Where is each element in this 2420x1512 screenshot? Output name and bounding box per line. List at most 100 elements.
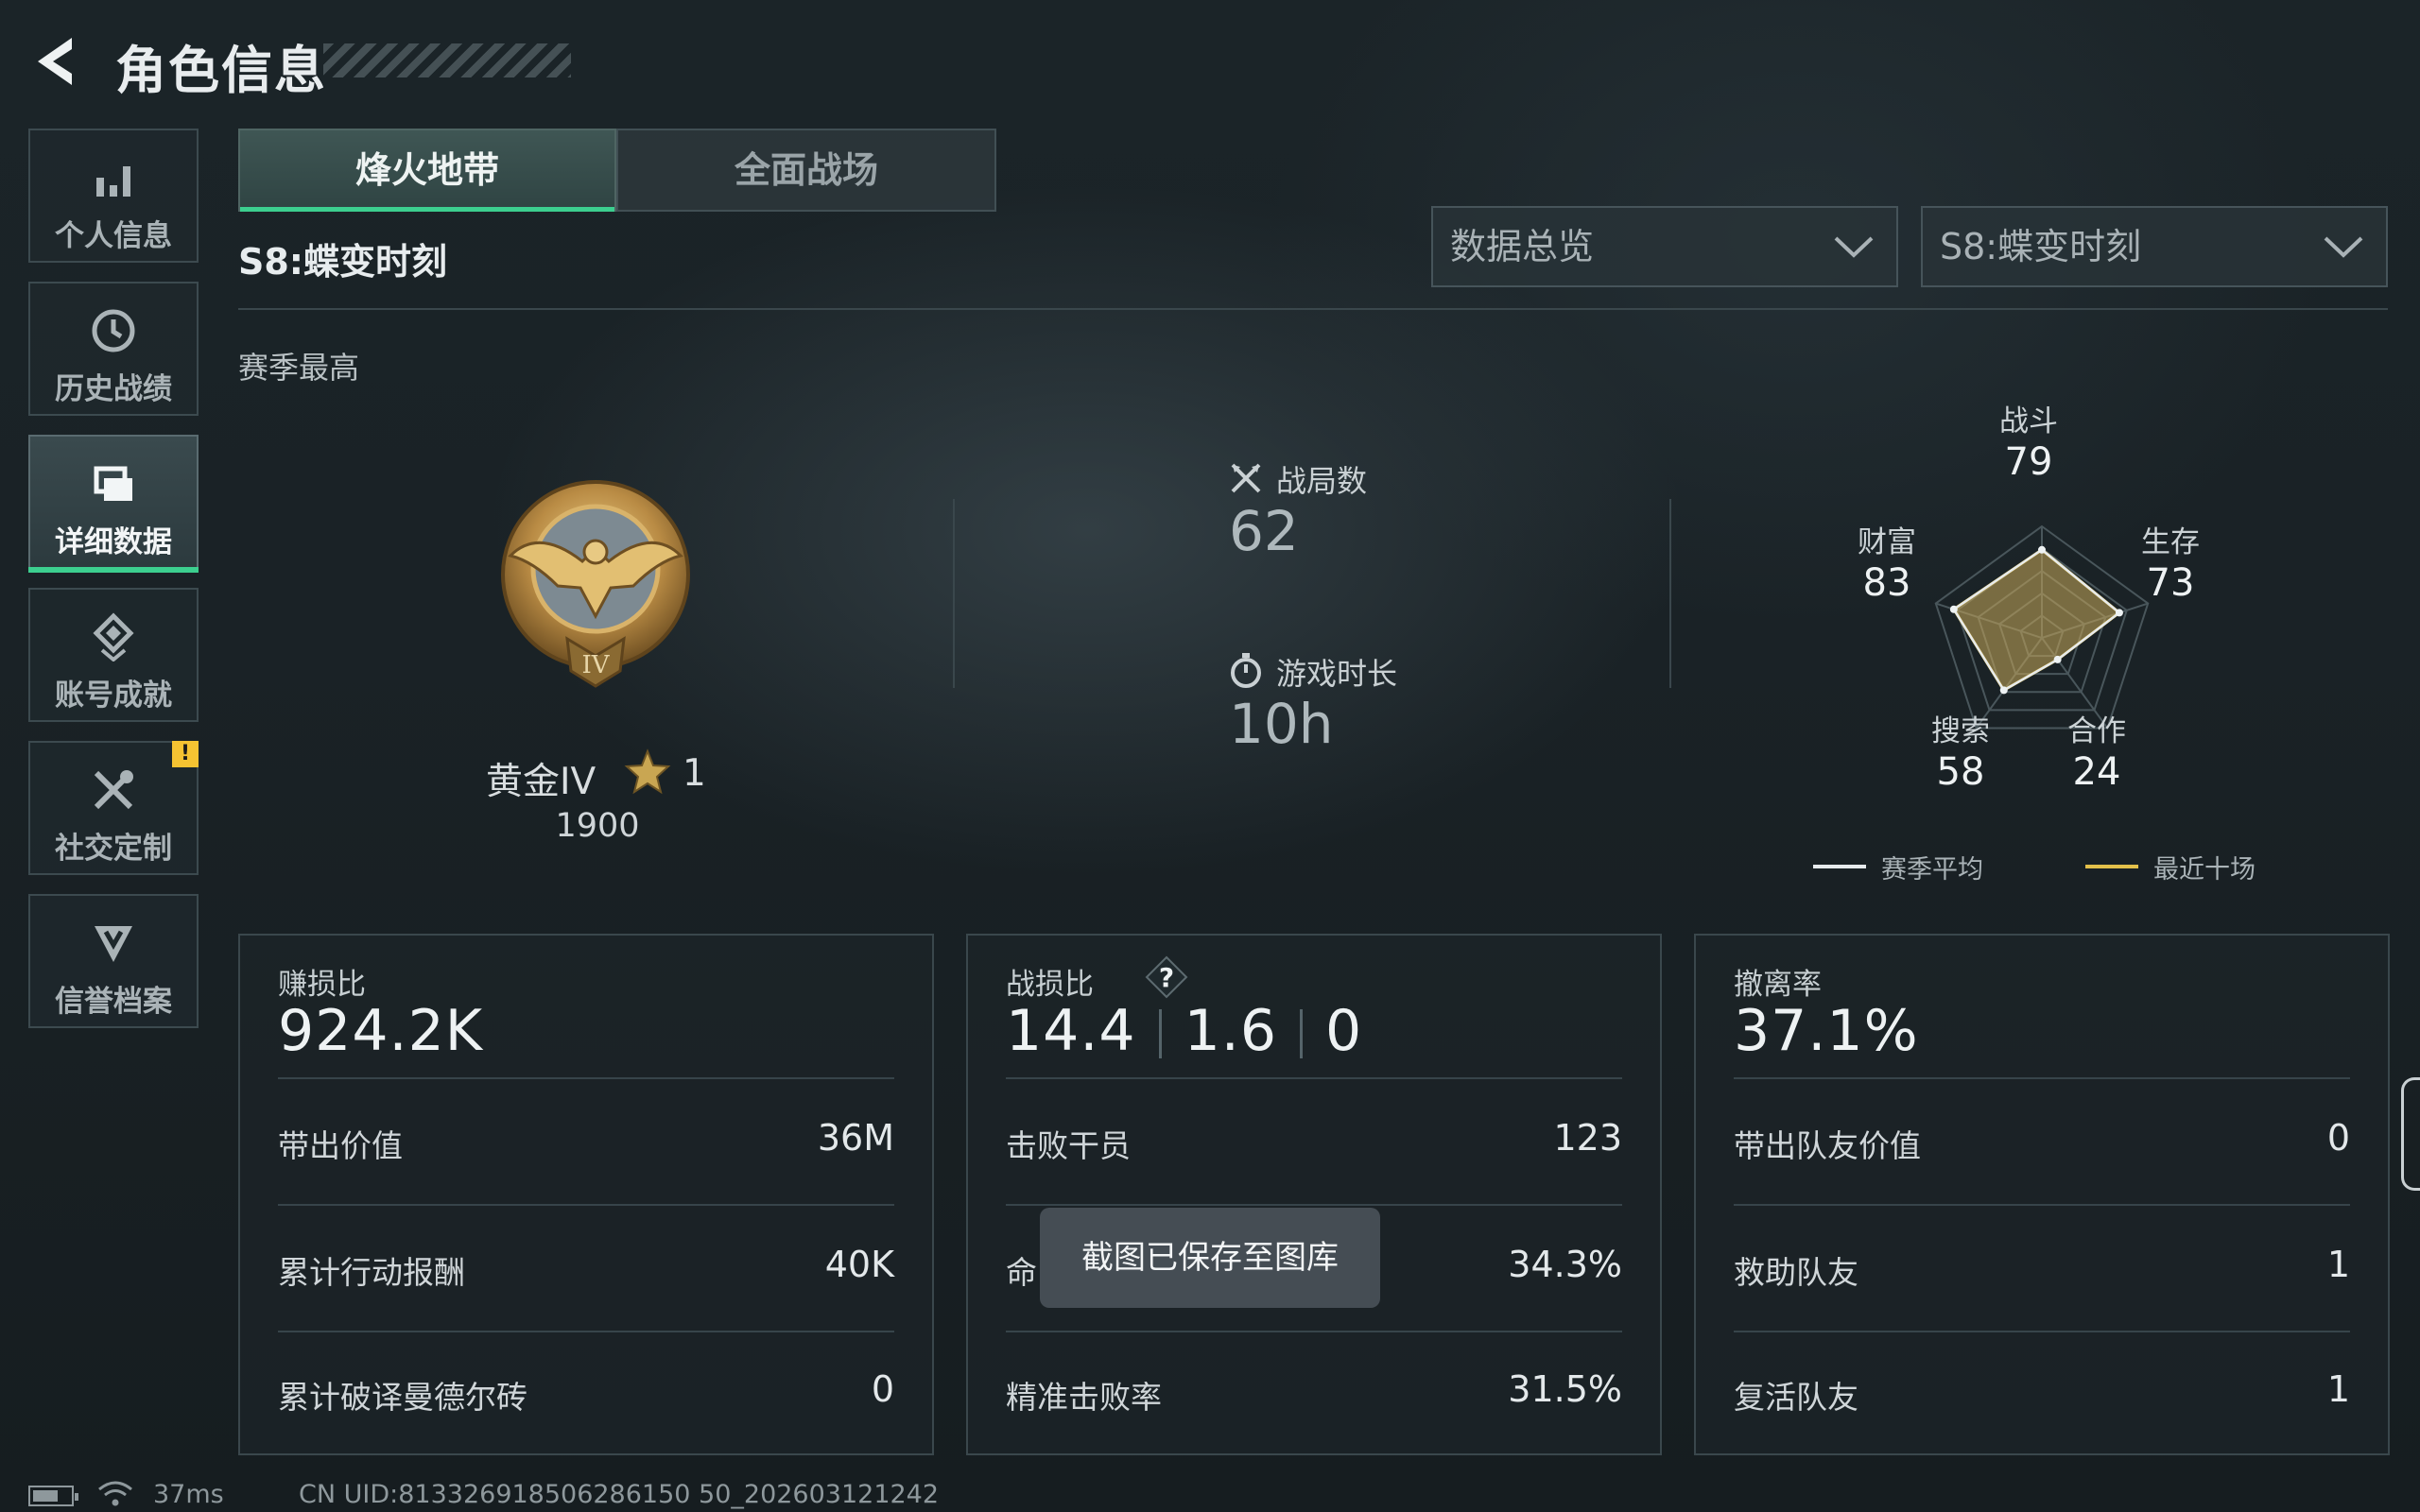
row-value: 0	[871, 1368, 894, 1410]
battery-icon	[28, 1486, 78, 1506]
title-decoration	[323, 43, 571, 77]
row-label: 精准击败率	[1006, 1379, 1162, 1416]
sidebar-item-reputation[interactable]: 信誉档案	[28, 894, 199, 1028]
sidebar-item-label: 信誉档案	[55, 985, 172, 1019]
row-value: 31.5%	[1508, 1368, 1622, 1410]
sidebar-item-label: 历史战绩	[55, 372, 172, 406]
star-icon	[624, 748, 671, 795]
chevron-down-icon	[1834, 236, 1874, 258]
radar-point-combat	[2038, 545, 2046, 554]
player-uid: CN UID:813326918506286150 50_20260312124…	[299, 1480, 940, 1509]
page-title: 角色信息	[115, 41, 327, 100]
radar-point-wealth	[1949, 605, 1958, 613]
crossed-swords-icon	[1231, 463, 1261, 493]
radar-point-survival	[2115, 609, 2123, 617]
back-arrow-icon[interactable]	[26, 32, 81, 91]
profit-card: 赚损比 924.2K 带出价值 36M 累计行动报酬 40K 累计破译曼德尔砖 …	[238, 934, 934, 1455]
divider	[238, 308, 2388, 310]
divider	[278, 1204, 894, 1206]
radar-point-cooperation	[2053, 655, 2062, 663]
row-label: 救助队友	[1734, 1254, 1858, 1291]
divider	[1734, 1331, 2350, 1332]
divider	[1006, 1331, 1622, 1332]
dropdown-value: S8:蝶变时刻	[1940, 226, 2142, 267]
card-main-value: 924.2K	[278, 998, 484, 1064]
radar-label-survival: 生存	[2141, 525, 2200, 559]
playtime-label: 游戏时长	[1276, 656, 1398, 692]
divider	[953, 499, 955, 688]
radar-label-combat: 战斗	[1999, 404, 2058, 438]
separator	[1158, 1009, 1162, 1059]
row-value: 1	[2326, 1244, 2350, 1285]
folder-icon	[94, 466, 132, 501]
achievement-icon	[93, 612, 134, 662]
radar-label-wealth: 财富	[1858, 525, 1916, 559]
row-label: 复活队友	[1734, 1379, 1858, 1416]
row-label: 累计行动报酬	[278, 1254, 465, 1291]
rank-medal-icon: IV	[501, 480, 690, 688]
radar-value-cooperation: 24	[2072, 750, 2121, 794]
radar-value-wealth: 83	[1862, 561, 1911, 605]
help-icon[interactable]: ?	[1144, 954, 1189, 1000]
tab-full-battlefield[interactable]: 全面战场	[616, 129, 996, 212]
notification-badge: !	[172, 741, 199, 767]
stopwatch-icon	[1231, 653, 1261, 688]
wifi-icon	[98, 1481, 132, 1506]
row-label: 带出队友价值	[1734, 1127, 1921, 1164]
row-label: 带出价值	[278, 1127, 403, 1164]
divider	[278, 1331, 894, 1332]
row-value: 123	[1553, 1117, 1622, 1159]
history-clock-icon	[92, 309, 135, 352]
sidebar-item-label: 个人信息	[55, 219, 172, 253]
kd-values: 14.4 1.6 0	[1006, 998, 1362, 1064]
sidebar-item-label: 社交定制	[55, 832, 172, 866]
rank-star-count: 1	[683, 752, 706, 795]
divider	[1734, 1077, 2350, 1079]
row-label: 击败干员	[1006, 1127, 1131, 1164]
side-drawer-handle[interactable]	[2401, 1077, 2420, 1191]
dropdown-value: 数据总览	[1450, 226, 1595, 267]
tab-warzone[interactable]: 烽火地带	[238, 129, 616, 212]
data-type-dropdown[interactable]: 数据总览	[1431, 206, 1898, 287]
playtime-value: 10h	[1229, 692, 1334, 756]
rank-name: 黄金IV	[486, 761, 596, 803]
screenshot-saved-toast: 截图已保存至图库	[1040, 1208, 1380, 1308]
svg-text:?: ?	[1159, 962, 1174, 993]
sidebar-item-label: 详细数据	[55, 525, 172, 559]
row-value: 0	[2326, 1117, 2350, 1159]
radar-value-combat: 79	[2004, 440, 2053, 484]
sidebar-item-detailed-data[interactable]: 详细数据	[28, 435, 199, 573]
radar-value-search: 58	[1936, 750, 1985, 794]
sidebar-item-personal-info[interactable]: 个人信息	[28, 129, 199, 263]
row-value: 1	[2326, 1368, 2350, 1410]
divider	[1006, 1204, 1622, 1206]
chevron-down-icon	[2324, 236, 2363, 258]
season-dropdown[interactable]: S8:蝶变时刻	[1921, 206, 2388, 287]
rank-score: 1900	[555, 807, 640, 845]
radar-label-cooperation: 合作	[2067, 714, 2126, 748]
divider	[278, 1077, 894, 1079]
radar-label-search: 搜索	[1931, 714, 1990, 748]
latency: 37ms	[153, 1480, 224, 1509]
combat-card: 战损比 ? 14.4 1.6 0 击败干员 123 命 34.3% 精准击败率 31…	[966, 934, 1662, 1455]
section-label: 赛季最高	[238, 350, 360, 386]
bar-chart-icon	[96, 166, 130, 197]
sidebar-item-achievements[interactable]: 账号成就	[28, 588, 199, 722]
legend-recent-ten: 最近十场	[2153, 855, 2256, 885]
shield-chevron-icon	[95, 926, 132, 962]
row-label: 累计破译曼德尔砖	[278, 1379, 527, 1416]
kd-value: 14.4	[1006, 998, 1136, 1064]
divider	[1734, 1204, 2350, 1206]
legend-swatch-recent-ten	[2085, 865, 2138, 868]
card-title: 战损比	[1006, 968, 1094, 1002]
card-main-value: 37.1%	[1734, 998, 1919, 1064]
separator	[1300, 1009, 1304, 1059]
card-title: 撤离率	[1734, 968, 1822, 1002]
card-title: 赚损比	[278, 968, 366, 1002]
sidebar-item-history[interactable]: 历史战绩	[28, 282, 199, 416]
divider	[1006, 1077, 1622, 1079]
radar-series-recent-ten	[1951, 547, 2122, 693]
extract-card: 撤离率 37.1% 带出队友价值 0 救助队友 1 复活队友 1	[1694, 934, 2390, 1455]
legend-season-avg: 赛季平均	[1881, 855, 1983, 885]
divider	[1669, 499, 1671, 688]
